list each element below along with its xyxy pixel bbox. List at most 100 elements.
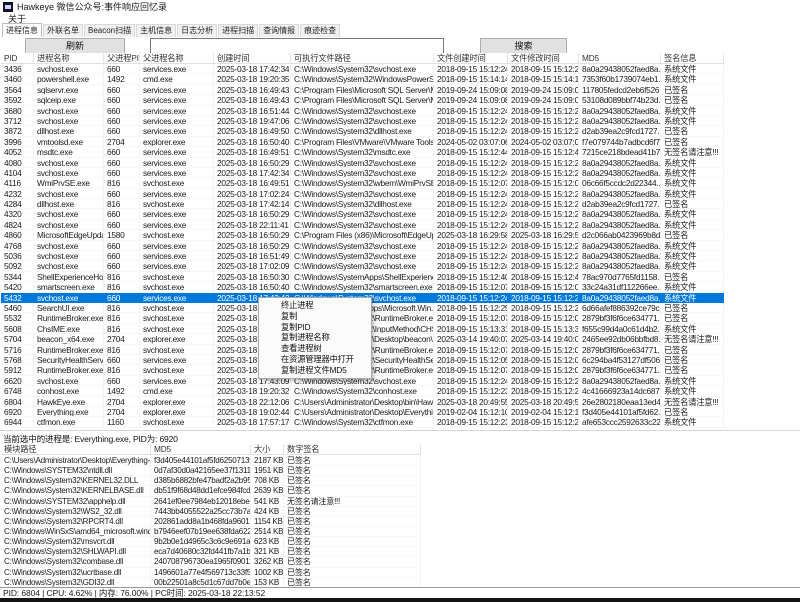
panel-separator — [0, 430, 800, 431]
module-cell: d385b6882bfe47badf2a2b954... — [151, 476, 251, 486]
column-header[interactable]: 签名信息 — [661, 53, 724, 63]
table-row[interactable]: 3460powershell.exe1492cmd.exe2025-03-18 … — [1, 74, 724, 84]
context-menu-item-4[interactable]: 复制进程名称 — [259, 332, 371, 343]
column-header[interactable]: 父进程名称 — [140, 53, 214, 63]
table-row[interactable]: 6920Everything.exe2704explorer.exe2025-0… — [1, 407, 724, 417]
table-row[interactable]: 5092svchost.exe660services.exe2025-03-18… — [1, 261, 724, 271]
tab-1[interactable]: 进程信息 — [2, 23, 42, 37]
table-cell: 5092 — [1, 261, 34, 271]
table-cell: 2018-09-15 15:12:24 — [434, 251, 508, 261]
table-row[interactable]: 6748conhost.exe1492cmd.exe2025-03-18 19:… — [1, 386, 724, 396]
table-row[interactable]: 4104svchost.exe660services.exe2025-03-18… — [1, 168, 724, 178]
module-row[interactable]: C:\Windows\SYSTEM32\apphelp.dll2641ef0ee… — [1, 497, 421, 507]
tab-8[interactable]: 痕迹检查 — [300, 24, 340, 37]
module-row[interactable]: C:\Users\Administrator\Desktop\Everythin… — [1, 456, 421, 466]
tab-4[interactable]: 主机信息 — [136, 24, 176, 37]
module-row[interactable]: C:\Windows\System32\SHLWAPI.dlleca7d4068… — [1, 547, 421, 557]
column-header[interactable]: 文件创建时间 — [434, 53, 508, 63]
table-cell: 4080 — [1, 158, 34, 168]
table-cell: 816 — [104, 199, 140, 209]
table-cell: 2025-03-18 17:57:17 — [214, 417, 291, 427]
table-cell: C:\Windows\System32\smartscreen.exe — [291, 282, 434, 292]
table-row[interactable]: 4232svchost.exe660services.exe2025-03-18… — [1, 189, 724, 199]
table-cell: 660 — [104, 64, 140, 74]
module-cell: C:\Windows\System32\SHLWAPI.dll — [1, 547, 151, 557]
table-row[interactable]: 6804HawkEye.exe2704explorer.exe2025-03-1… — [1, 397, 724, 407]
table-cell: svchost.exe — [34, 376, 104, 386]
column-header[interactable]: 创建时间 — [214, 53, 291, 63]
table-cell: explorer.exe — [140, 397, 214, 407]
module-row[interactable]: C:\Windows\SYSTEM32\ntdll.dll0d7af30d0a4… — [1, 466, 421, 476]
module-row[interactable]: C:\Windows\System32\ucrtbase.dll1496601a… — [1, 568, 421, 578]
table-cell: 2018-09-15 15:12:24 — [508, 116, 579, 126]
module-row[interactable]: C:\Windows\System32\msvcrt.dll9b2b0e1d49… — [1, 537, 421, 547]
table-row[interactable]: 4320svchost.exe660services.exe2025-03-18… — [1, 209, 724, 219]
column-header[interactable]: MD5 — [579, 53, 661, 63]
module-row[interactable]: C:\Windows\System32\RPCRT4.dll202861add8… — [1, 517, 421, 527]
table-row[interactable]: 4116WmiPrvSE.exe816svchost.exe2025-03-18… — [1, 178, 724, 188]
table-row[interactable]: 3680svchost.exe660services.exe2025-03-18… — [1, 106, 724, 116]
context-menu-item-1[interactable]: 终止进程 — [259, 300, 371, 311]
table-row[interactable]: 3564sqlservr.exe660services.exe2025-03-1… — [1, 85, 724, 95]
table-cell: 系统文件 — [661, 261, 724, 271]
tab-6[interactable]: 进程扫描 — [218, 24, 258, 37]
module-column-header[interactable]: MD5 — [151, 444, 251, 454]
table-cell: 8a0a29438052faed8a... — [579, 220, 661, 230]
table-cell: 2019-09-24 15:09:08 — [434, 85, 508, 95]
table-cell: RuntimeBroker.exe — [34, 313, 104, 323]
module-column-header[interactable]: 模块路径 — [1, 444, 151, 454]
table-cell: services.exe — [140, 189, 214, 199]
table-row[interactable]: 3996vmtoolsd.exe2704explorer.exe2025-03-… — [1, 137, 724, 147]
module-row[interactable]: C:\Windows\System32\WS2_32.dll7443bb4055… — [1, 507, 421, 517]
column-header[interactable]: 文件修改时间 — [508, 53, 579, 63]
table-row[interactable]: 3436svchost.exe660services.exe2025-03-18… — [1, 64, 724, 74]
table-cell: svchost.exe — [34, 209, 104, 219]
context-menu-item-3[interactable]: 复制PID — [259, 322, 371, 333]
table-row[interactable]: 3712svchost.exe660services.exe2025-03-18… — [1, 116, 724, 126]
table-row[interactable]: 4860MicrosoftEdgeUpdate...1580svchost.ex… — [1, 230, 724, 240]
table-row[interactable]: 3592sqlceip.exe660services.exe2025-03-18… — [1, 95, 724, 105]
context-menu-item-7[interactable]: 复制进程文件MD5 — [259, 365, 371, 376]
column-header[interactable]: 父进程PID — [104, 53, 140, 63]
column-header[interactable]: 可执行文件路径 — [291, 53, 434, 63]
tab-2[interactable]: 外联名单 — [43, 24, 83, 37]
module-cell: 已签名 — [284, 517, 421, 527]
module-row[interactable]: C:\Windows\System32\KERNELBASE.dlldb51f9… — [1, 486, 421, 496]
table-cell: C:\Program Files\Microsoft SQL Server\MS… — [291, 85, 434, 95]
module-column-header[interactable]: 大小 — [251, 444, 284, 454]
module-cell: 240708796730ea1965f09011d... — [151, 557, 251, 567]
context-menu-item-2[interactable]: 复制 — [259, 311, 371, 322]
table-cell: 3592 — [1, 95, 34, 105]
table-cell: 系统文件 — [661, 106, 724, 116]
module-row[interactable]: C:\Windows\System32\combase.dll240708796… — [1, 557, 421, 567]
table-row[interactable]: 5420smartscreen.exe816svchost.exe2025-03… — [1, 282, 724, 292]
tab-5[interactable]: 日志分析 — [177, 24, 217, 37]
table-cell: services.exe — [140, 241, 214, 251]
table-cell: 2018-09-15 15:12:24 — [508, 189, 579, 199]
table-row[interactable]: 4768svchost.exe660services.exe2025-03-18… — [1, 241, 724, 251]
table-row[interactable]: 5036svchost.exe660services.exe2025-03-18… — [1, 251, 724, 261]
column-header[interactable]: PID — [1, 53, 34, 63]
tab-7[interactable]: 查询情报 — [259, 24, 299, 37]
table-row[interactable]: 4080svchost.exe660services.exe2025-03-18… — [1, 158, 724, 168]
table-row[interactable]: 3872dllhost.exe660services.exe2025-03-18… — [1, 126, 724, 136]
column-header[interactable]: 进程名称 — [34, 53, 104, 63]
context-menu-item-5[interactable]: 查看进程树 — [259, 343, 371, 354]
module-cell: db51f9f68d48dd1efce984fcd1... — [151, 486, 251, 496]
table-row[interactable]: 4284dllhost.exe816svchost.exe2025-03-18 … — [1, 199, 724, 209]
table-row[interactable]: 4052msdtc.exe660services.exe2025-03-18 1… — [1, 147, 724, 157]
table-row[interactable]: 5344ShellExperienceHost.e...816svchost.e… — [1, 272, 724, 282]
module-column-header[interactable]: 数字签名 — [284, 444, 421, 454]
module-row[interactable]: C:\Windows\WinSxS\amd64_microsoft.window… — [1, 527, 421, 537]
table-cell: 5532 — [1, 313, 34, 323]
table-cell: C:\Windows\System32\svchost.exe — [291, 251, 434, 261]
module-row[interactable]: C:\Windows\System32\KERNEL32.DLLd385b688… — [1, 476, 421, 486]
tab-3[interactable]: Beacon扫描 — [84, 24, 135, 37]
table-cell: 2018-09-15 15:13:31 — [434, 324, 508, 334]
context-menu-item-6[interactable]: 在资源管理器中打开 — [259, 354, 371, 365]
table-cell: 5768 — [1, 355, 34, 365]
table-cell: 2018-09-15 15:12:07 — [508, 178, 579, 188]
table-row[interactable]: 4824svchost.exe660services.exe2025-03-18… — [1, 220, 724, 230]
table-row[interactable]: 6944ctfmon.exe1160svchost.exe2025-03-18 … — [1, 417, 724, 427]
table-cell: 2018-09-15 15:12:25 — [434, 303, 508, 313]
